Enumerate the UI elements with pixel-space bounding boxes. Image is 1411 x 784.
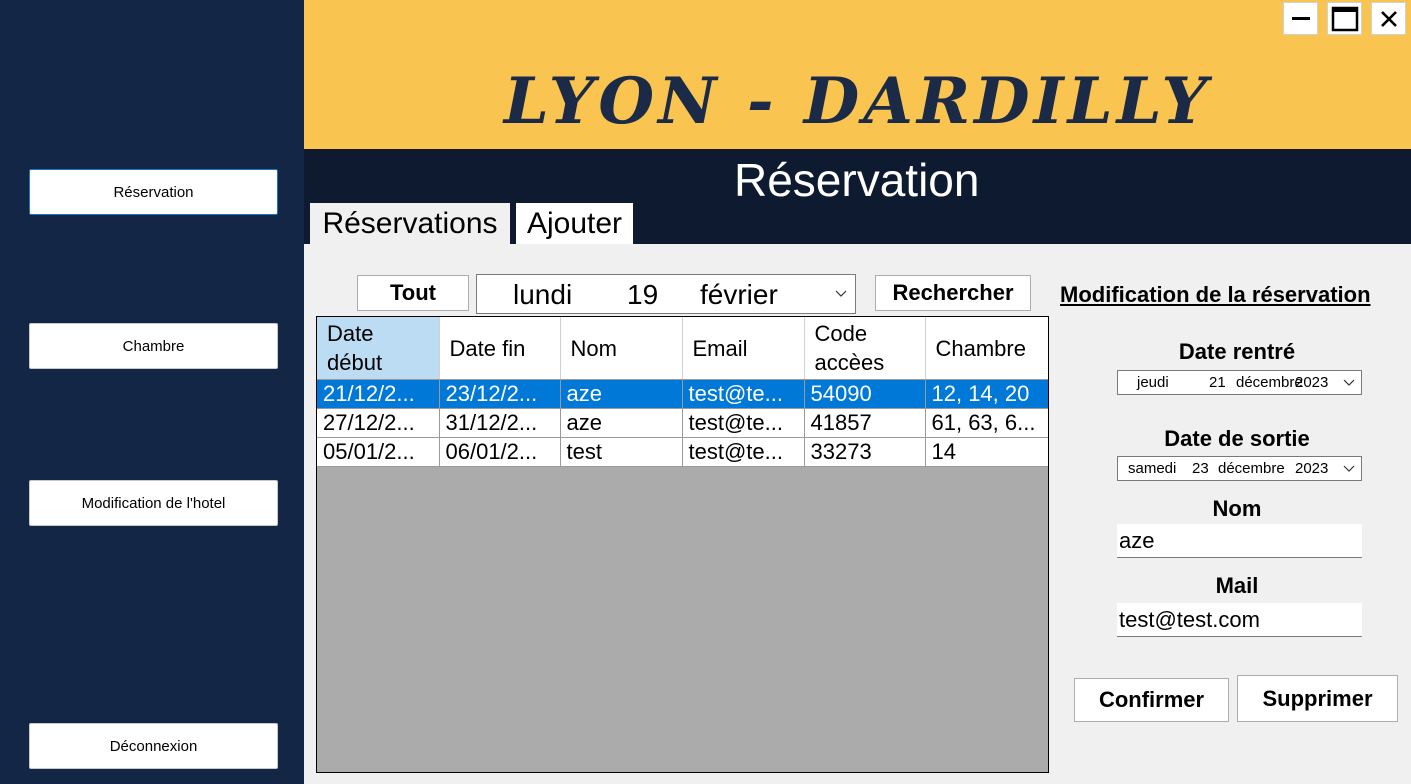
table-row[interactable]: 21/12/2... 23/12/2... aze test@te... 540… (317, 379, 1048, 409)
sidebar-item-label: Chambre (122, 337, 185, 355)
date-in-month: décembre (1236, 374, 1303, 391)
close-button[interactable] (1371, 2, 1406, 35)
reservations-grid[interactable]: Date début Date fin Nom Email Code accèe… (316, 316, 1049, 773)
table-cell[interactable]: 12, 14, 20 (925, 379, 1048, 409)
edit-panel-title: Modification de la réservation (1060, 282, 1371, 307)
date-out-year: 2023 (1295, 460, 1329, 477)
table-cell[interactable]: aze (560, 379, 683, 409)
sidebar-item-reservation[interactable]: Réservation (29, 169, 278, 215)
close-icon (1380, 10, 1397, 27)
minimize-button[interactable] (1283, 2, 1318, 35)
date-out-month: décembre (1218, 460, 1285, 477)
chevron-down-icon (835, 290, 847, 297)
column-header-date-debut[interactable]: Date début (317, 317, 440, 380)
table-cell[interactable]: 14 (925, 437, 1048, 467)
date-out-day: samedi (1128, 460, 1177, 477)
sidebar-item-label: Modification de l'hotel (81, 494, 226, 512)
name-label: Nom (1212, 496, 1262, 521)
sidebar-item-label: Déconnexion (109, 737, 198, 755)
table-cell[interactable]: 61, 63, 6... (925, 408, 1048, 438)
page-title: Réservation (734, 154, 980, 206)
mail-label: Mail (1215, 573, 1259, 598)
table-cell[interactable]: 21/12/2... (317, 379, 440, 409)
table-cell[interactable]: test@te... (682, 408, 805, 438)
filter-date-month: février (700, 279, 778, 310)
filter-date-day: lundi (513, 279, 573, 310)
tab-reservations[interactable]: Réservations (310, 203, 510, 244)
sidebar-item-chambre[interactable]: Chambre (29, 323, 278, 369)
table-cell[interactable]: 06/01/2... (439, 437, 561, 467)
date-in-picker[interactable]: jeudi 21 décembre 2023 (1117, 370, 1362, 395)
chevron-down-icon (1343, 379, 1355, 386)
sidebar: Réservation Chambre Modification de l'ho… (0, 0, 304, 784)
table-cell[interactable]: aze (560, 408, 683, 438)
table-cell[interactable]: 31/12/2... (439, 408, 561, 438)
table-header-row: Date début Date fin Nom Email Code accèe… (317, 317, 1048, 380)
table-row[interactable]: 05/01/2... 06/01/2... test test@te... 33… (317, 437, 1048, 467)
column-header-nom[interactable]: Nom (560, 317, 683, 380)
table-cell[interactable]: 41857 (804, 408, 926, 438)
reservations-table: Date début Date fin Nom Email Code accèe… (317, 317, 1048, 467)
column-header-date-fin[interactable]: Date fin (439, 317, 561, 380)
chevron-down-icon (1343, 465, 1355, 472)
table-cell[interactable]: 23/12/2... (439, 379, 561, 409)
date-out-label: Date de sortie (1164, 426, 1310, 451)
header-banner: LYON - DARDILLY (304, 0, 1411, 149)
search-button[interactable]: Rechercher (875, 275, 1031, 311)
date-out-num: 23 (1192, 460, 1209, 477)
table-cell[interactable]: test@te... (682, 437, 805, 467)
maximize-button[interactable] (1327, 2, 1362, 35)
table-cell[interactable]: 27/12/2... (317, 408, 440, 438)
sidebar-item-label: Réservation (113, 183, 194, 201)
table-cell[interactable]: 33273 (804, 437, 926, 467)
filter-date-picker[interactable]: lundi 19 février (476, 274, 856, 314)
mail-field[interactable] (1117, 603, 1362, 637)
date-in-day: jeudi (1137, 374, 1169, 391)
maximize-icon (1331, 6, 1358, 31)
name-field[interactable] (1117, 524, 1362, 558)
date-in-year: 2023 (1295, 374, 1329, 391)
delete-button[interactable]: Supprimer (1237, 675, 1398, 722)
table-cell[interactable]: 54090 (804, 379, 926, 409)
column-header-chambre[interactable]: Chambre (925, 317, 1048, 380)
column-header-email[interactable]: Email (682, 317, 805, 380)
table-row[interactable]: 27/12/2... 31/12/2... aze test@te... 418… (317, 408, 1048, 438)
minimize-icon (1291, 16, 1310, 20)
brand-title: LYON - DARDILLY (503, 64, 1212, 139)
tab-ajouter[interactable]: Ajouter (516, 203, 633, 244)
date-in-label: Date rentré (1178, 339, 1296, 364)
filter-date-num: 19 (627, 279, 659, 310)
column-header-code[interactable]: Code accèes (804, 317, 926, 380)
all-button[interactable]: Tout (357, 275, 469, 311)
confirm-button[interactable]: Confirmer (1074, 678, 1229, 722)
table-cell[interactable]: test@te... (682, 379, 805, 409)
table-cell[interactable]: test (560, 437, 683, 467)
date-out-picker[interactable]: samedi 23 décembre 2023 (1117, 456, 1362, 481)
sidebar-item-deconnexion[interactable]: Déconnexion (29, 723, 278, 769)
sidebar-item-modification-hotel[interactable]: Modification de l'hotel (29, 480, 278, 526)
date-in-num: 21 (1209, 374, 1226, 391)
table-cell[interactable]: 05/01/2... (317, 437, 440, 467)
